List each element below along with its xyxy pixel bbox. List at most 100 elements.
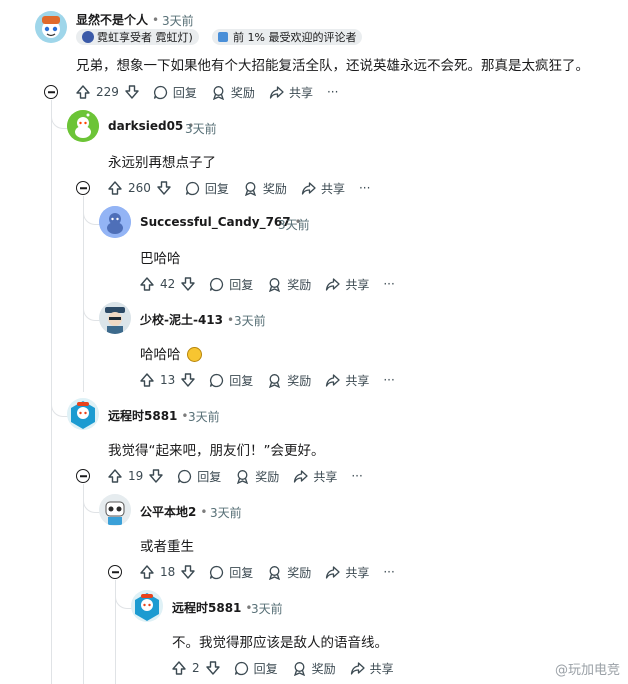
avatar[interactable] [131, 590, 163, 622]
timestamp[interactable]: 3天前 [234, 312, 266, 329]
more-options-button[interactable]: ··· [383, 277, 394, 291]
username[interactable]: 少校-泥土-413 • [140, 311, 238, 328]
downvote-icon[interactable] [157, 181, 171, 195]
collapse-thread-button[interactable] [44, 85, 58, 99]
top-commenter-badge: 前 1% 最受欢迎的评论者 [212, 29, 363, 45]
downvote-icon[interactable] [181, 565, 195, 579]
share-label: 共享 [345, 277, 370, 292]
comment-actions: 18 回复 奖励 共享 ··· [140, 560, 409, 584]
award-label: 奖励 [287, 277, 312, 292]
more-options-button[interactable]: ··· [359, 181, 370, 195]
more-icon: ··· [358, 181, 371, 195]
more-icon: ··· [383, 277, 395, 291]
comment-body: 哈哈哈 [140, 343, 202, 363]
share-button[interactable]: 共享 [269, 84, 313, 101]
downvote-icon[interactable] [149, 469, 163, 483]
thread-branch [83, 208, 100, 225]
upvote-icon[interactable] [172, 661, 186, 675]
downvote-icon[interactable] [181, 277, 195, 291]
timestamp[interactable]: 3天前 [278, 216, 310, 233]
more-options-button[interactable]: ··· [351, 469, 362, 483]
award-button[interactable]: 奖励 [243, 180, 287, 197]
comment-bubble-icon [153, 85, 167, 99]
vote-count: 42 [160, 277, 176, 291]
award-button[interactable]: 奖励 [211, 84, 255, 101]
more-options-button[interactable]: ··· [383, 373, 394, 387]
award-button[interactable]: 奖励 [292, 660, 336, 677]
downvote-icon[interactable] [181, 373, 195, 387]
more-options-button[interactable]: ··· [383, 565, 394, 579]
collapse-thread-button[interactable] [108, 565, 122, 579]
comment-text: 哈哈哈 [140, 347, 181, 363]
reply-button[interactable]: 回复 [209, 564, 253, 581]
reply-label: 回复 [229, 565, 254, 580]
award-icon [237, 469, 249, 484]
thread-branch [83, 304, 100, 321]
upvote-icon[interactable] [140, 373, 154, 387]
username[interactable]: 远程时5881 • [172, 599, 256, 616]
timestamp[interactable]: 3天前 [185, 120, 217, 137]
award-button[interactable]: 奖励 [267, 372, 311, 389]
reply-label: 回复 [229, 277, 254, 292]
award-label: 奖励 [262, 181, 287, 196]
upvote-icon[interactable] [140, 565, 154, 579]
share-icon [294, 469, 308, 483]
award-button[interactable]: 奖励 [235, 468, 279, 485]
vote-count: 18 [160, 565, 176, 579]
upvote-icon[interactable] [108, 469, 122, 483]
vote-controls: 13 [140, 373, 195, 387]
watermark: @玩加电竞 [554, 663, 620, 678]
reply-button[interactable]: 回复 [177, 468, 221, 485]
flair-text: 霓虹享受者 霓虹灯) [97, 31, 193, 44]
timestamp[interactable]: 3天前 [210, 504, 242, 521]
award-button[interactable]: 奖励 [267, 276, 311, 293]
timestamp[interactable]: 3天前 [251, 600, 283, 617]
avatar[interactable] [99, 494, 131, 526]
avatar[interactable] [99, 302, 131, 334]
reply-button[interactable]: 回复 [209, 276, 253, 293]
vote-controls: 229 [76, 85, 139, 99]
avatar[interactable] [67, 110, 99, 142]
share-button[interactable]: 共享 [325, 276, 369, 293]
share-button[interactable]: 共享 [293, 468, 337, 485]
avatar[interactable] [67, 398, 99, 430]
timestamp[interactable]: 3天前 [162, 12, 194, 29]
avatar[interactable] [99, 206, 131, 238]
upvote-icon[interactable] [140, 277, 154, 291]
collapse-thread-button[interactable] [76, 181, 90, 195]
award-button[interactable]: 奖励 [267, 564, 311, 581]
vote-controls: 42 [140, 277, 195, 291]
comment-body: 不。我觉得那应该是敌人的语音线。 [172, 635, 388, 651]
username[interactable]: 远程时5881 • [108, 407, 192, 424]
vote-count: 260 [128, 181, 151, 195]
username[interactable]: 公平本地2 • [140, 503, 211, 520]
share-label: 共享 [313, 469, 338, 484]
upvote-icon[interactable] [108, 181, 122, 195]
timestamp[interactable]: 3天前 [188, 408, 220, 425]
downvote-icon[interactable] [205, 661, 220, 675]
laughing-emoji-icon [186, 347, 202, 362]
reply-button[interactable]: 回复 [185, 180, 229, 197]
comment-body: 永远别再想点子了 [108, 155, 216, 171]
share-button[interactable]: 共享 [301, 180, 345, 197]
award-label: 奖励 [287, 565, 312, 580]
share-button[interactable]: 共享 [325, 372, 369, 389]
username[interactable]: 显然不是个人 • [76, 11, 163, 28]
reply-button[interactable]: 回复 [234, 660, 278, 677]
share-button[interactable]: 共享 [350, 660, 394, 677]
badge-text: 前 1% 最受欢迎的评论者 [233, 31, 357, 44]
award-icon [212, 85, 224, 100]
collapse-thread-button[interactable] [76, 469, 90, 483]
reply-button[interactable]: 回复 [209, 372, 253, 389]
comment-bubble-icon [210, 373, 224, 387]
reply-button[interactable]: 回复 [153, 84, 197, 101]
vote-count: 19 [128, 469, 144, 483]
share-button[interactable]: 共享 [325, 564, 369, 581]
avatar[interactable] [35, 11, 67, 43]
share-label: 共享 [345, 565, 370, 580]
vote-controls: 18 [140, 565, 195, 579]
more-options-button[interactable]: ··· [327, 85, 338, 99]
reply-label: 回复 [197, 469, 222, 484]
upvote-icon[interactable] [76, 85, 90, 99]
downvote-icon[interactable] [125, 85, 139, 99]
